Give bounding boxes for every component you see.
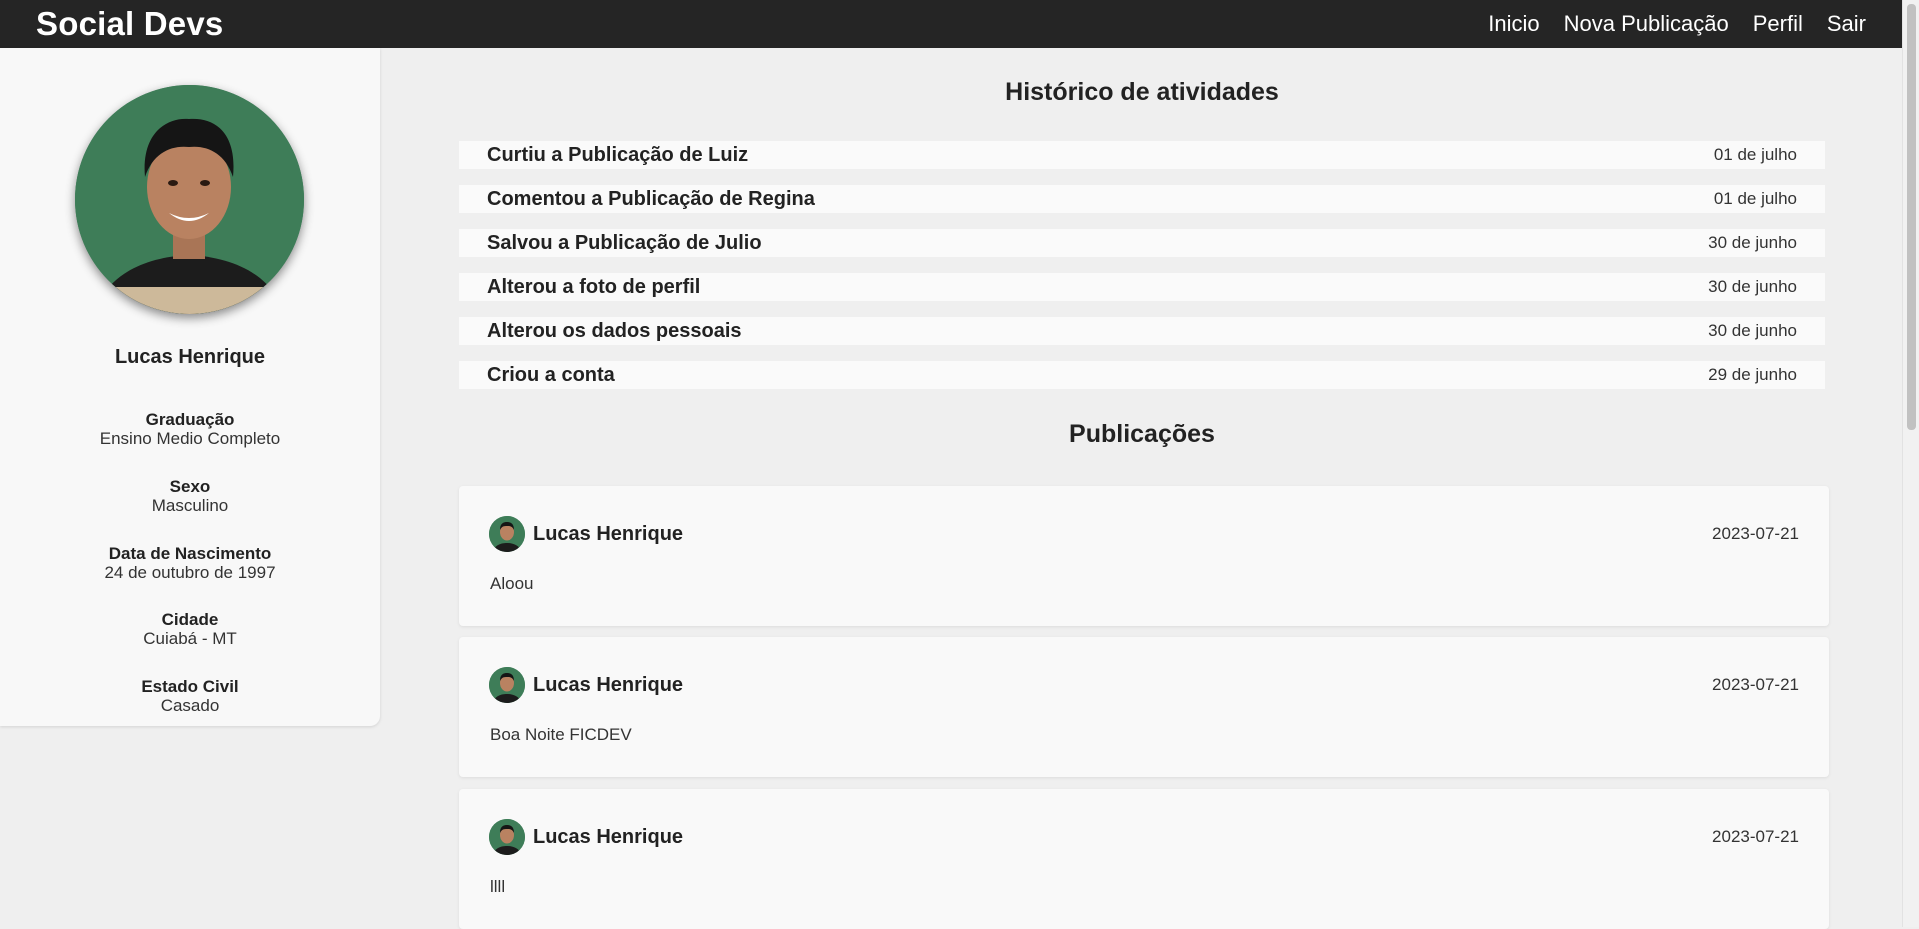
info-label: Estado Civil bbox=[141, 677, 239, 696]
author-avatar[interactable] bbox=[489, 516, 525, 552]
brand-logo[interactable]: Social Devs bbox=[36, 5, 223, 43]
post-date: 2023-07-21 bbox=[1712, 827, 1799, 846]
info-cidade: Cidade Cuiabá - MT bbox=[0, 610, 380, 648]
info-label: Sexo bbox=[169, 477, 211, 496]
activity-text: Alterou os dados pessoais bbox=[487, 319, 742, 342]
info-label: Graduação bbox=[145, 410, 235, 429]
post-author[interactable]: Lucas Henrique bbox=[489, 819, 683, 855]
post-header: Lucas Henrique 2023-07-21 bbox=[489, 667, 1799, 703]
info-value: Masculino bbox=[151, 496, 229, 515]
info-value: Ensino Medio Completo bbox=[99, 429, 281, 448]
post-header: Lucas Henrique 2023-07-21 bbox=[489, 516, 1799, 552]
activity-item: Criou a conta 29 de junho bbox=[459, 361, 1825, 389]
user-photo-icon bbox=[489, 667, 525, 703]
top-navbar: Social Devs Inicio Nova Publicação Perfi… bbox=[0, 0, 1902, 48]
nav-link-perfil[interactable]: Perfil bbox=[1753, 11, 1803, 37]
posts-section-title: Publicações bbox=[1069, 420, 1215, 448]
post-date: 2023-07-21 bbox=[1712, 675, 1799, 694]
post-content: Aloou bbox=[490, 574, 534, 593]
activity-date: 30 de junho bbox=[1708, 321, 1797, 340]
post-content: Boa Noite FICDEV bbox=[490, 725, 632, 744]
activity-text: Salvou a Publicação de Julio bbox=[487, 231, 762, 254]
activity-section-title: Histórico de atividades bbox=[1005, 78, 1279, 106]
post-card: Lucas Henrique 2023-07-21 Aloou bbox=[459, 486, 1829, 626]
info-sexo: Sexo Masculino bbox=[0, 477, 380, 515]
info-estado-civil: Estado Civil Casado bbox=[0, 677, 380, 715]
post-card: Lucas Henrique 2023-07-21 llll bbox=[459, 789, 1829, 929]
info-value: Cuiabá - MT bbox=[143, 629, 237, 648]
user-photo-icon bbox=[489, 516, 525, 552]
info-data-nascimento: Data de Nascimento 24 de outubro de 1997 bbox=[0, 544, 380, 582]
post-author[interactable]: Lucas Henrique bbox=[489, 516, 683, 552]
activity-item: Curtiu a Publicação de Luiz 01 de julho bbox=[459, 141, 1825, 169]
info-graduacao: Graduação Ensino Medio Completo bbox=[0, 410, 380, 448]
activity-date: 01 de julho bbox=[1713, 145, 1797, 164]
activity-item: Comentou a Publicação de Regina 01 de ju… bbox=[459, 185, 1825, 213]
activity-item: Salvou a Publicação de Julio 30 de junho bbox=[459, 229, 1825, 257]
author-avatar[interactable] bbox=[489, 667, 525, 703]
author-avatar[interactable] bbox=[489, 819, 525, 855]
activity-date: 29 de junho bbox=[1708, 365, 1797, 384]
activity-date: 01 de julho bbox=[1713, 189, 1797, 208]
activity-date: 30 de junho bbox=[1708, 233, 1797, 252]
user-photo-icon bbox=[75, 85, 304, 314]
activity-text: Curtiu a Publicação de Luiz bbox=[487, 143, 749, 166]
post-header: Lucas Henrique 2023-07-21 bbox=[489, 819, 1799, 855]
activity-text: Criou a conta bbox=[487, 363, 615, 386]
nav-links: Inicio Nova Publicação Perfil Sair bbox=[1488, 11, 1866, 37]
activity-text: Alterou a foto de perfil bbox=[487, 275, 701, 298]
scrollbar-thumb[interactable] bbox=[1907, 4, 1916, 430]
activity-date: 30 de junho bbox=[1708, 277, 1797, 296]
info-label: Data de Nascimento bbox=[108, 544, 272, 563]
activity-item: Alterou os dados pessoais 30 de junho bbox=[459, 317, 1825, 345]
info-value: Casado bbox=[160, 696, 220, 715]
info-value: 24 de outubro de 1997 bbox=[104, 563, 276, 582]
post-author-name[interactable]: Lucas Henrique bbox=[533, 826, 683, 849]
profile-name: Lucas Henrique bbox=[114, 346, 266, 368]
activity-text: Comentou a Publicação de Regina bbox=[487, 187, 815, 210]
post-author-name[interactable]: Lucas Henrique bbox=[533, 523, 683, 546]
post-card: Lucas Henrique 2023-07-21 Boa Noite FICD… bbox=[459, 637, 1829, 777]
info-label: Cidade bbox=[161, 610, 219, 629]
nav-link-sair[interactable]: Sair bbox=[1827, 11, 1866, 37]
post-author-name[interactable]: Lucas Henrique bbox=[533, 674, 683, 697]
nav-link-nova-publicacao[interactable]: Nova Publicação bbox=[1564, 11, 1729, 37]
post-content: llll bbox=[490, 877, 506, 896]
nav-link-inicio[interactable]: Inicio bbox=[1488, 11, 1539, 37]
profile-sidebar: Lucas Henrique Graduação Ensino Medio Co… bbox=[0, 48, 380, 726]
post-date: 2023-07-21 bbox=[1712, 524, 1799, 543]
post-author[interactable]: Lucas Henrique bbox=[489, 667, 683, 703]
page-scrollbar[interactable] bbox=[1902, 0, 1919, 927]
user-photo-icon bbox=[489, 819, 525, 855]
profile-avatar bbox=[75, 85, 304, 314]
activity-item: Alterou a foto de perfil 30 de junho bbox=[459, 273, 1825, 301]
